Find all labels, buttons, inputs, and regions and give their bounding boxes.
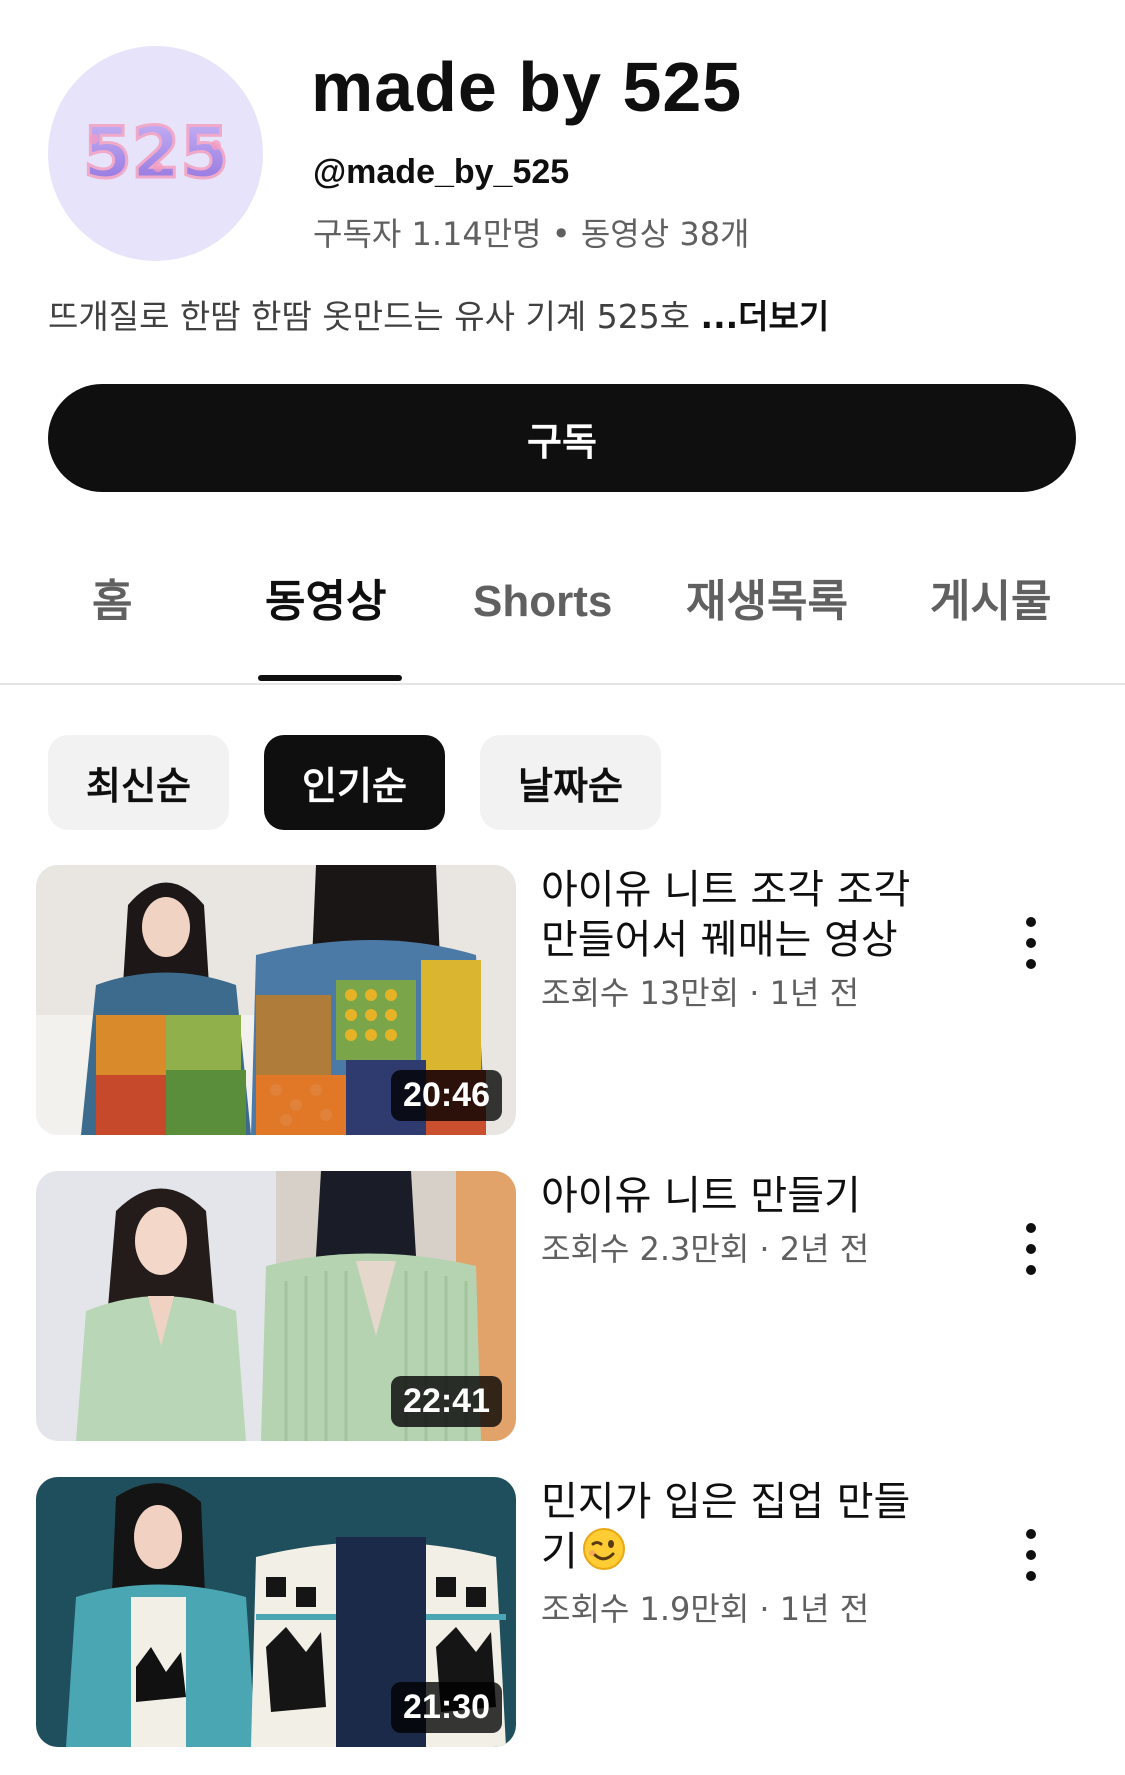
more-options-button[interactable] <box>1006 1525 1056 1585</box>
kebab-dot-icon <box>1026 959 1036 969</box>
kebab-dot-icon <box>1026 1550 1036 1560</box>
video-item[interactable]: 22:41 아이유 니트 만들기 조회수 2.3만회 · 2년 전 <box>36 1171 1096 1443</box>
video-duration: 20:46 <box>391 1069 502 1121</box>
video-meta: 조회수 2.3만회 · 2년 전 <box>541 1230 870 1268</box>
video-title[interactable]: 아이유 니트 만들기 <box>541 1171 961 1221</box>
channel-tabs: 홈 동영상 Shorts 재생목록 게시물 <box>0 560 1125 685</box>
video-item[interactable]: 20:46 아이유 니트 조각 조각 만들어서 꿰매는 영상 조회수 13만회 … <box>36 865 1096 1137</box>
kebab-dot-icon <box>1026 1529 1036 1539</box>
kebab-dot-icon <box>1026 1265 1036 1275</box>
video-title-line: 기 <box>541 1527 961 1583</box>
video-title-line: 민지가 입은 집업 만들 <box>541 1479 911 1525</box>
video-thumbnail[interactable]: 20:46 <box>36 865 516 1135</box>
video-thumbnail[interactable]: 21:30 <box>36 1477 516 1747</box>
video-meta: 조회수 13만회 · 1년 전 <box>541 974 860 1012</box>
kebab-dot-icon <box>1026 1244 1036 1254</box>
chip-oldest[interactable]: 날짜순 <box>480 735 661 830</box>
active-tab-indicator <box>258 675 402 681</box>
video-duration: 22:41 <box>391 1375 502 1427</box>
tab-playlists[interactable]: 재생목록 <box>686 580 848 624</box>
video-title-line: 만들어서 꿰매는 영상 <box>541 917 898 963</box>
avatar-logo: 525 <box>81 110 230 195</box>
video-title-line: 아이유 니트 만들기 <box>541 1173 861 1219</box>
channel-stats: 구독자 1.14만명 • 동영상 38개 <box>313 215 750 253</box>
video-title[interactable]: 민지가 입은 집업 만들 기 <box>541 1477 961 1583</box>
svg-text:525: 525 <box>82 112 228 194</box>
video-duration: 21:30 <box>391 1681 502 1733</box>
more-options-button[interactable] <box>1006 1219 1056 1279</box>
kebab-dot-icon <box>1026 938 1036 948</box>
tab-home[interactable]: 홈 <box>92 580 132 624</box>
channel-page: 525 made by 525 @made_by_525 구독자 1.14만명 … <box>0 0 1125 1775</box>
video-title[interactable]: 아이유 니트 조각 조각 만들어서 꿰매는 영상 <box>541 865 961 965</box>
tab-videos[interactable]: 동영상 <box>265 580 386 624</box>
chip-popular[interactable]: 인기순 <box>264 735 445 830</box>
chip-latest[interactable]: 최신순 <box>48 735 229 830</box>
channel-description[interactable]: 뜨개질로 한땀 한땀 옷만드는 유사 기계 525호 ...더보기 <box>48 300 829 333</box>
tab-posts[interactable]: 게시물 <box>930 580 1051 624</box>
more-options-button[interactable] <box>1006 913 1056 973</box>
video-item[interactable]: 21:30 민지가 입은 집업 만들 기 조회수 1.9만회 · 1년 전 <box>36 1477 1096 1749</box>
avatar[interactable]: 525 <box>48 46 263 261</box>
video-meta: 조회수 1.9만회 · 1년 전 <box>541 1590 870 1628</box>
kebab-dot-icon <box>1026 1223 1036 1233</box>
wink-emoji-icon <box>582 1527 626 1583</box>
video-thumbnail[interactable]: 22:41 <box>36 1171 516 1441</box>
description-text: 뜨개질로 한땀 한땀 옷만드는 유사 기계 525호 <box>48 297 701 336</box>
channel-name: made by 525 <box>311 48 743 126</box>
tab-shorts[interactable]: Shorts <box>473 580 612 624</box>
channel-handle: @made_by_525 <box>313 153 570 191</box>
channel-header: 525 made by 525 @made_by_525 구독자 1.14만명 … <box>48 46 1078 266</box>
more-link[interactable]: ...더보기 <box>701 297 830 336</box>
video-title-line: 아이유 니트 조각 조각 <box>541 867 911 913</box>
subscribe-button[interactable]: 구독 <box>48 384 1076 492</box>
kebab-dot-icon <box>1026 1571 1036 1581</box>
kebab-dot-icon <box>1026 917 1036 927</box>
